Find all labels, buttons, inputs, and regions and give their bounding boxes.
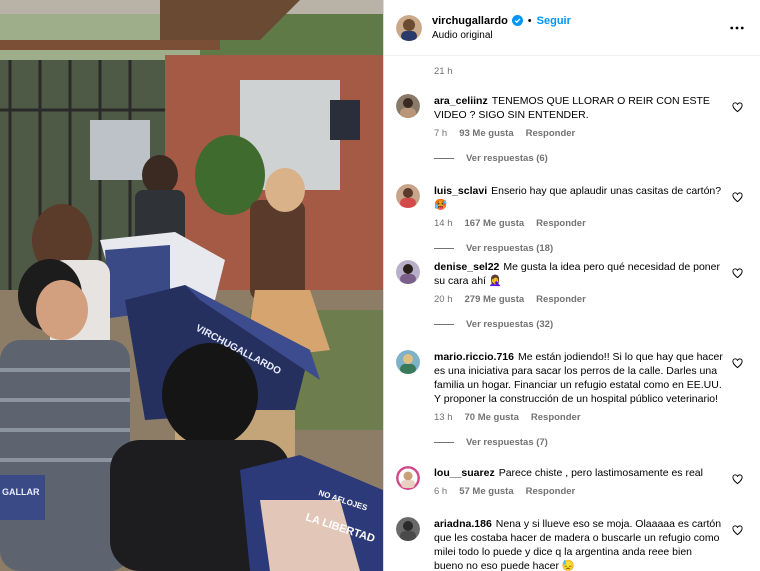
comment-text: Parece chiste , pero lastimosamente es r…: [498, 467, 703, 479]
comment-meta: 7 h 93 Me gusta Responder: [434, 128, 748, 139]
comment-text-block: denise_sel22 Me gusta la idea pero qué ne…: [434, 260, 724, 288]
comment-time[interactable]: 13 h: [434, 412, 453, 423]
commenter-avatar[interactable]: [396, 260, 420, 284]
follow-button[interactable]: Seguir: [537, 15, 571, 27]
more-options-icon[interactable]: [726, 17, 748, 39]
commenter-avatar[interactable]: [396, 466, 420, 490]
view-replies-label: Ver respuestas (6): [466, 153, 548, 164]
replies-divider: [434, 442, 454, 443]
comment-item: lou__suarez Parece chiste , pero lastimos…: [396, 466, 748, 497]
author-username[interactable]: virchugallardo: [432, 15, 508, 27]
replies-divider: [434, 158, 454, 159]
commenter-avatar[interactable]: [396, 350, 420, 374]
comment-username[interactable]: luis_sclavi: [434, 185, 487, 197]
comment-item: denise_sel22 Me gusta la idea pero qué ne…: [396, 260, 748, 330]
comment-time[interactable]: 20 h: [434, 294, 453, 305]
comments-panel: virchugallardo • Seguir Audio original 2…: [383, 0, 760, 571]
header-text: virchugallardo • Seguir Audio original: [432, 15, 726, 41]
verified-badge-icon: [511, 15, 523, 26]
view-replies-label: Ver respuestas (7): [466, 437, 548, 448]
comment-username[interactable]: lou__suarez: [434, 467, 495, 479]
reply-button[interactable]: Responder: [536, 294, 586, 305]
comments-list: 21 h ara_celiinz TENEMOS QUE LLORAR O REI…: [384, 56, 760, 571]
reply-button[interactable]: Responder: [526, 128, 576, 139]
like-heart-icon[interactable]: [732, 190, 744, 203]
post-header: virchugallardo • Seguir Audio original: [384, 0, 760, 56]
comment-text-block: ariadna.186 Nena y si llueve eso se moja.…: [434, 517, 724, 571]
comment-likes[interactable]: 70 Me gusta: [465, 412, 519, 423]
comment-username[interactable]: mario.riccio.716: [434, 351, 514, 363]
video-frame: VIRCHUGALLARDO LA LIBERTAD NO AFLOJES GA…: [0, 0, 383, 571]
post-media[interactable]: VIRCHUGALLARDO LA LIBERTAD NO AFLOJES GA…: [0, 0, 383, 571]
like-heart-icon[interactable]: [732, 356, 744, 369]
comment-meta: 20 h 279 Me gusta Responder: [434, 294, 748, 305]
reply-button[interactable]: Responder: [536, 218, 586, 229]
view-replies-label: Ver respuestas (32): [466, 319, 554, 330]
view-replies-button[interactable]: Ver respuestas (7): [434, 437, 748, 448]
replies-divider: [434, 324, 454, 325]
comment-text-block: luis_sclavi Enserio hay que aplaudir unas…: [434, 184, 724, 212]
reply-button[interactable]: Responder: [531, 412, 581, 423]
view-replies-button[interactable]: Ver respuestas (6): [434, 153, 748, 164]
comment-likes[interactable]: 57 Me gusta: [459, 486, 513, 497]
audio-label[interactable]: Audio original: [432, 30, 726, 41]
author-avatar[interactable]: [396, 14, 422, 41]
comment-likes[interactable]: 93 Me gusta: [459, 128, 513, 139]
view-replies-label: Ver respuestas (18): [466, 243, 554, 254]
header-separator: •: [527, 14, 532, 27]
commenter-avatar[interactable]: [396, 94, 420, 118]
reply-button[interactable]: Responder: [526, 486, 576, 497]
comment-item: luis_sclavi Enserio hay que aplaudir unas…: [396, 184, 748, 254]
commenter-avatar[interactable]: [396, 184, 420, 208]
like-heart-icon[interactable]: [732, 472, 744, 485]
like-heart-icon[interactable]: [732, 100, 744, 113]
like-heart-icon[interactable]: [732, 266, 744, 279]
comment-item: ara_celiinz TENEMOS QUE LLORAR O REIR CON…: [396, 94, 748, 164]
comment-text-block: ara_celiinz TENEMOS QUE LLORAR O REIR CON…: [434, 94, 724, 122]
comment-username[interactable]: ara_celiinz: [434, 95, 488, 107]
commenter-avatar[interactable]: [396, 517, 420, 541]
caption-timestamp: 21 h: [434, 66, 453, 77]
like-heart-icon[interactable]: [732, 523, 744, 536]
comment-meta: 14 h 167 Me gusta Responder: [434, 218, 748, 229]
comment-time[interactable]: 7 h: [434, 128, 447, 139]
view-replies-button[interactable]: Ver respuestas (32): [434, 319, 748, 330]
comment-username[interactable]: denise_sel22: [434, 261, 499, 273]
comment-meta: 6 h 57 Me gusta Responder: [434, 486, 748, 497]
replies-divider: [434, 248, 454, 249]
comment-meta: 13 h 70 Me gusta Responder: [434, 412, 748, 423]
comment-username[interactable]: ariadna.186: [434, 518, 492, 530]
comment-likes[interactable]: 167 Me gusta: [465, 218, 525, 229]
comment-text-block: mario.riccio.716 Me están jodiendo!! Si l…: [434, 350, 724, 406]
comment-time[interactable]: 14 h: [434, 218, 453, 229]
comment-item: mario.riccio.716 Me están jodiendo!! Si l…: [396, 350, 748, 448]
comment-likes[interactable]: 279 Me gusta: [465, 294, 525, 305]
poster-text-gallar: GALLAR: [2, 487, 40, 497]
comment-item: ariadna.186 Nena y si llueve eso se moja.…: [396, 517, 748, 571]
view-replies-button[interactable]: Ver respuestas (18): [434, 243, 748, 254]
comment-time[interactable]: 6 h: [434, 486, 447, 497]
comment-text-block: lou__suarez Parece chiste , pero lastimos…: [434, 466, 724, 480]
